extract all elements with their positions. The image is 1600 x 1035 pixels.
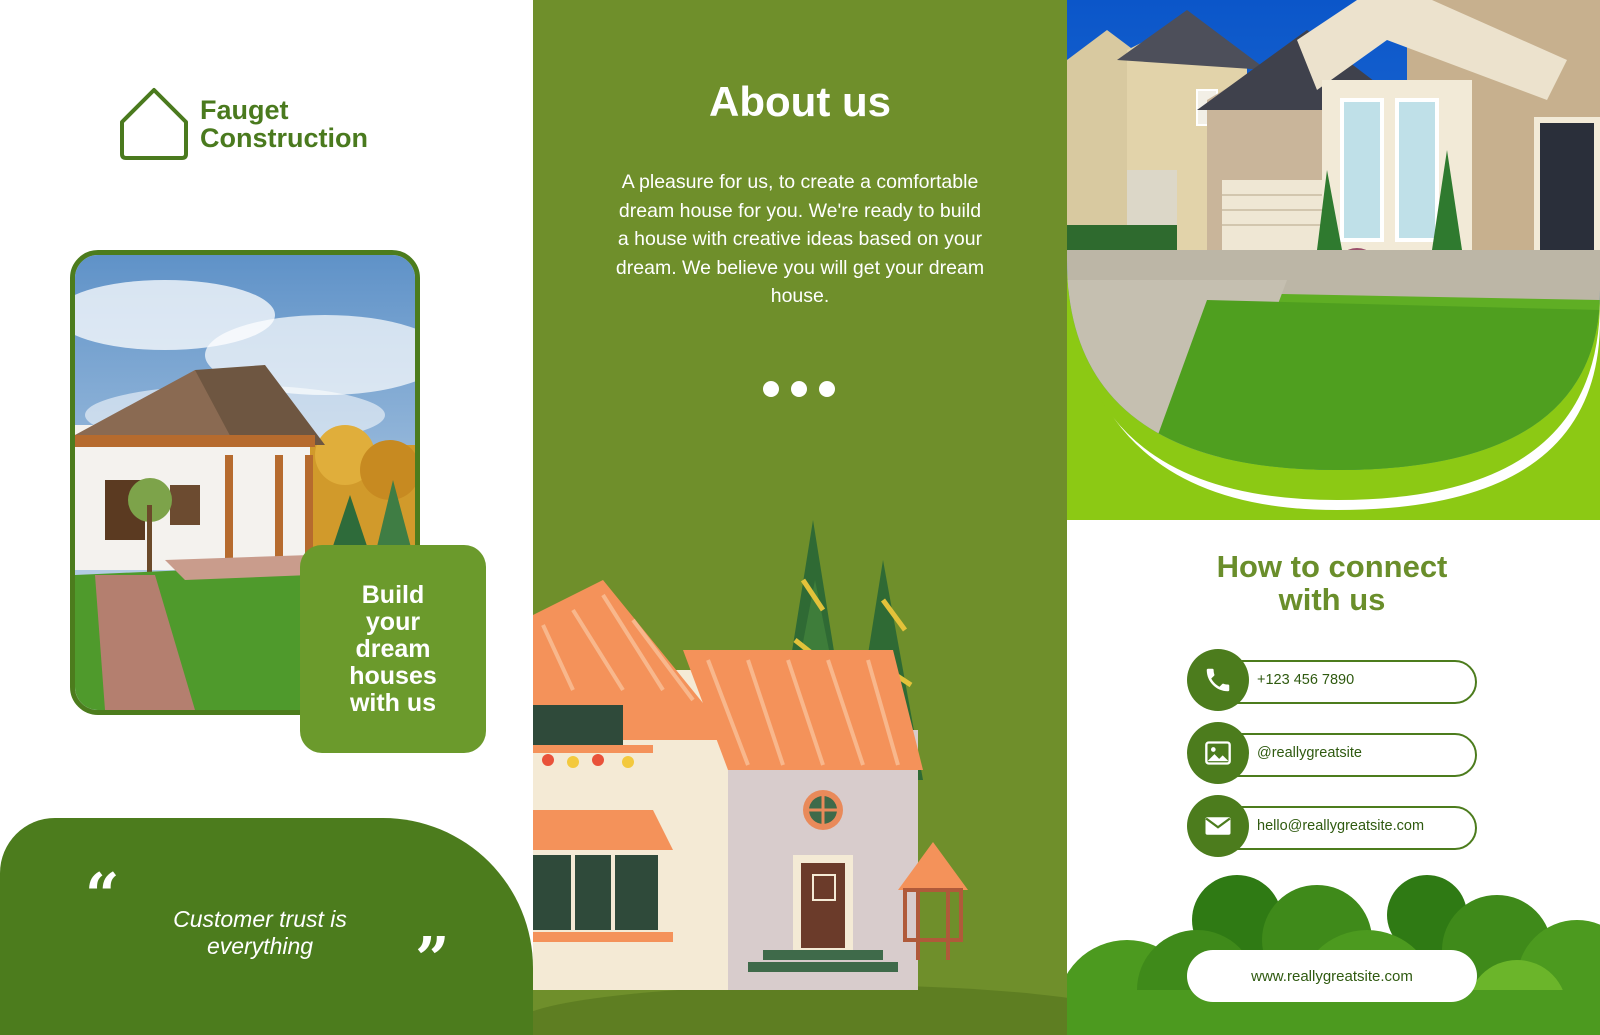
right-panel: How to connect with us +123 456 7890 @re…: [1067, 0, 1600, 1035]
testimonial-line: Customer trust is: [173, 906, 347, 932]
tagline-line: your: [365, 607, 421, 636]
tagline-text: Build your dream houses with us: [328, 580, 458, 717]
contact-email-value: hello@reallygreatsite.com: [1257, 818, 1425, 834]
brand-name-line1: Fauget: [200, 95, 289, 125]
testimonial-text: Customer trust is everything: [140, 906, 380, 960]
testimonial-line: everything: [206, 933, 314, 959]
dot-icon: [819, 381, 835, 397]
house-illustration: [533, 520, 1067, 1035]
tagline-line: Build: [361, 580, 425, 609]
brand-name-line2: Construction: [200, 123, 368, 153]
contact-email[interactable]: hello@reallygreatsite.com: [1187, 795, 1477, 857]
contact-social-value: @reallygreatsite: [1257, 745, 1362, 761]
brand-name: Fauget Construction: [200, 96, 368, 152]
website-link[interactable]: www.reallygreatsite.com: [1187, 950, 1477, 1002]
connect-title-line1: How to connect: [1216, 549, 1448, 584]
house-outline-icon: [120, 88, 188, 160]
dot-icon: [791, 381, 807, 397]
tagline-box: Build your dream houses with us: [300, 545, 486, 753]
dot-icon: [763, 381, 779, 397]
contact-social[interactable]: @reallygreatsite: [1187, 722, 1477, 784]
middle-panel: About us A pleasure for us, to create a …: [533, 0, 1067, 1035]
hero-house-photo: [1067, 0, 1600, 520]
about-body: A pleasure for us, to create a comfortab…: [615, 171, 985, 307]
open-quote-icon: “: [85, 861, 120, 931]
trifold-brochure: Fauget Construction Build your dream hou…: [0, 0, 1600, 1035]
close-quote-icon: ”: [415, 925, 450, 995]
decorative-dots: [763, 381, 835, 397]
phone-icon: [1187, 649, 1249, 711]
testimonial-box: “ Customer trust is everything ”: [0, 818, 533, 1035]
left-panel: Fauget Construction Build your dream hou…: [0, 0, 533, 1035]
tagline-line: houses: [349, 661, 437, 690]
contact-phone-value: +123 456 7890: [1257, 672, 1355, 688]
connect-title-line2: with us: [1278, 582, 1386, 617]
tagline-line: with us: [349, 688, 437, 717]
about-title: About us: [709, 78, 891, 125]
mail-icon: [1187, 795, 1249, 857]
contact-phone[interactable]: +123 456 7890: [1187, 649, 1477, 711]
image-icon: [1187, 722, 1249, 784]
connect-title: How to connect with us: [1147, 550, 1517, 616]
brand-logo: Fauget Construction: [118, 86, 368, 162]
tagline-line: dream: [355, 634, 431, 663]
